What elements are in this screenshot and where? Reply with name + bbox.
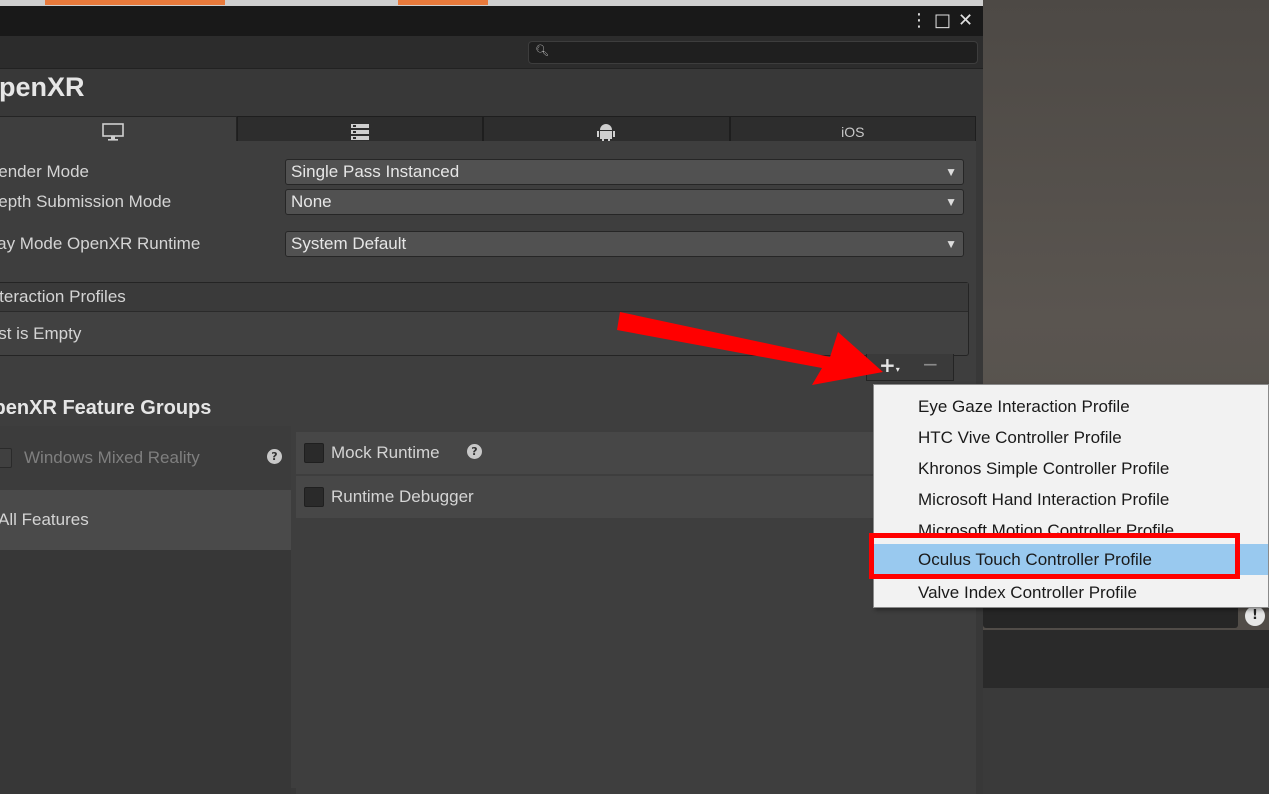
search-box[interactable]: 🔍︎	[528, 41, 978, 64]
group-windows-mixed-reality[interactable]: Windows Mixed Reality ?	[0, 426, 291, 490]
feature-label: Runtime Debugger	[331, 487, 474, 506]
interaction-profiles-title: Interaction Profiles	[0, 287, 126, 306]
group-all-features[interactable]: All Features	[0, 490, 291, 550]
plus-icon: +	[879, 353, 896, 377]
background-panel	[983, 688, 1269, 794]
menu-item[interactable]: Eye Gaze Interaction Profile	[874, 391, 1268, 422]
list-add-remove-controls: +▾ −	[866, 352, 954, 381]
tab-ios-label: iOS	[841, 124, 865, 140]
depth-submission-mode-dropdown[interactable]: None ▼	[285, 189, 964, 215]
depth-submission-mode-value: None	[291, 192, 332, 211]
monitor-icon	[102, 123, 125, 141]
dropdown-caret-icon: ▾	[895, 365, 900, 374]
help-icon[interactable]: ?	[267, 449, 282, 464]
annotation-highlight-box	[869, 533, 1240, 579]
menu-item[interactable]: Microsoft Hand Interaction Profile	[874, 484, 1268, 515]
group-label: Windows Mixed Reality	[24, 448, 200, 467]
group-checkbox[interactable]	[0, 448, 12, 468]
remove-profile-button[interactable]: −	[922, 352, 939, 376]
editor-tab-highlight	[45, 0, 225, 5]
menu-item[interactable]: Khronos Simple Controller Profile	[874, 453, 1268, 484]
editor-tab-highlight	[398, 0, 488, 5]
list-empty-text: List is Empty	[0, 324, 82, 343]
feature-checkbox[interactable]	[304, 487, 324, 507]
interaction-profiles-list: Interaction Profiles List is Empty	[0, 282, 969, 356]
feature-groups-title: OpenXR Feature Groups	[0, 397, 212, 419]
page-title: OpenXR	[0, 72, 85, 102]
render-mode-value: Single Pass Instanced	[291, 162, 460, 181]
interaction-profiles-header: Interaction Profiles	[0, 283, 968, 312]
play-mode-runtime-value: System Default	[291, 234, 407, 253]
maximize-icon[interactable]: □	[934, 9, 951, 33]
group-label: All Features	[0, 510, 89, 529]
window-titlebar: ⋮ □ ✕	[0, 6, 983, 36]
play-mode-runtime-label: Play Mode OpenXR Runtime	[0, 234, 201, 253]
dropdown-arrow-icon: ▼	[945, 165, 957, 179]
play-mode-runtime-dropdown[interactable]: System Default ▼	[285, 231, 964, 257]
server-icon	[350, 124, 369, 140]
more-vertical-icon[interactable]: ⋮	[910, 9, 928, 33]
android-icon	[597, 124, 616, 142]
window-toolbar: 🔍︎	[0, 36, 983, 69]
menu-item[interactable]: HTC Vive Controller Profile	[874, 422, 1268, 453]
feature-label: Mock Runtime	[331, 443, 440, 462]
render-mode-dropdown[interactable]: Single Pass Instanced ▼	[285, 159, 964, 185]
depth-submission-mode-label: Depth Submission Mode	[0, 192, 172, 211]
close-icon[interactable]: ✕	[958, 9, 973, 33]
screenshot: ! ⋮ □ ✕ 🔍︎ OpenXR	[0, 0, 1269, 794]
background-panel	[983, 630, 1269, 688]
dropdown-arrow-icon: ▼	[945, 195, 957, 209]
search-icon: 🔍︎	[535, 44, 549, 57]
menu-item[interactable]: Valve Index Controller Profile	[874, 577, 1268, 607]
feature-groups-list: Windows Mixed Reality ? All Features	[0, 426, 291, 794]
help-icon[interactable]: ?	[467, 444, 482, 459]
feature-checkbox[interactable]	[304, 443, 324, 463]
warning-icon: !	[1245, 606, 1265, 626]
dropdown-arrow-icon: ▼	[945, 237, 957, 251]
add-profile-button[interactable]: +▾	[879, 353, 900, 377]
render-mode-label: Render Mode	[0, 162, 90, 181]
search-input[interactable]	[551, 43, 965, 63]
